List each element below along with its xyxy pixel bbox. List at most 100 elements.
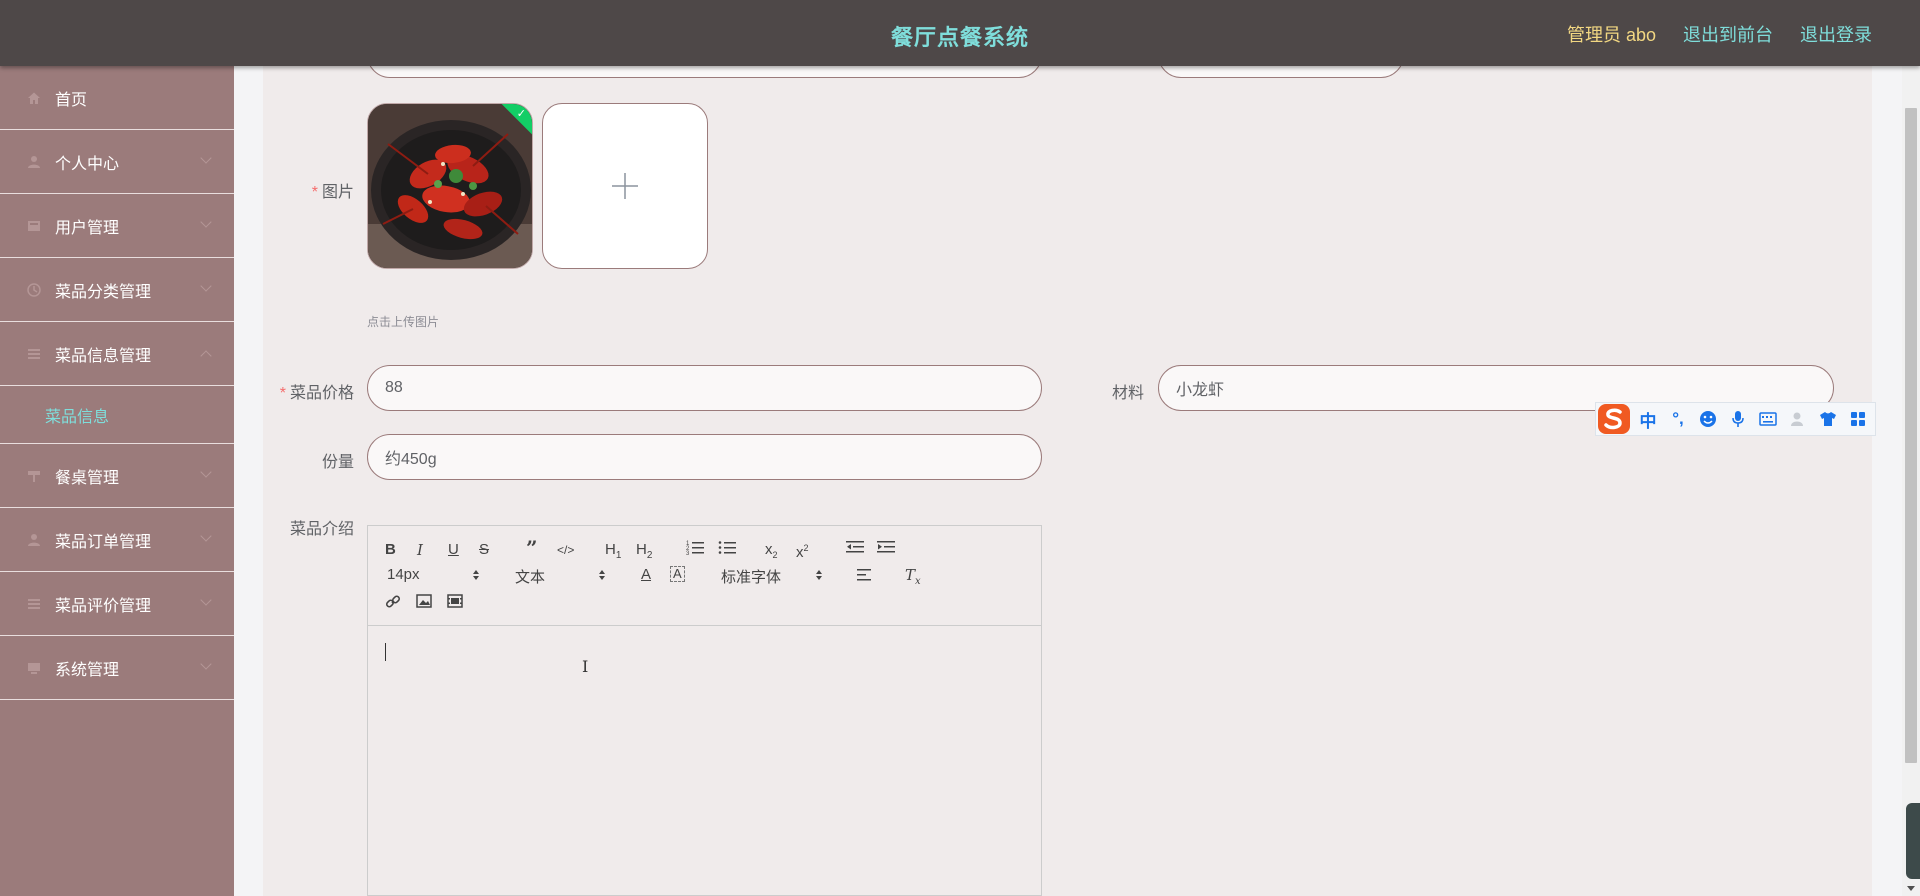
sidebar-item-dish-info-management[interactable]: 菜品信息管理 <box>0 322 234 386</box>
sidebar-item-table-management[interactable]: 餐桌管理 <box>0 444 234 508</box>
clear-format-icon[interactable]: Tx <box>905 566 921 591</box>
bullet-list-icon[interactable] <box>718 539 736 560</box>
sogou-logo-icon[interactable] <box>1595 402 1633 436</box>
chevron-up-icon <box>473 570 479 574</box>
check-icon: ✓ <box>516 108 526 120</box>
sidebar-subitem-dish-info[interactable]: 菜品信息 <box>0 386 234 444</box>
font-color-icon[interactable]: A <box>641 566 651 584</box>
sidebar-item-user-management[interactable]: 用户管理 <box>0 194 234 258</box>
ime-punctuation-toggle[interactable]: °, <box>1663 404 1693 434</box>
sidebar-item-label: 首页 <box>55 91 88 109</box>
chevron-down-icon <box>473 576 479 580</box>
chevron-down-icon <box>200 280 212 292</box>
sidebar-item-order-management[interactable]: 菜品订单管理 <box>0 508 234 572</box>
side-widget[interactable] <box>1906 803 1920 879</box>
sidebar-item-label: 用户管理 <box>55 219 120 237</box>
sidebar-item-label: 系统管理 <box>55 661 120 679</box>
top-bar: 餐厅点餐系统 管理员 abo 退出到前台 退出登录 <box>0 0 1920 66</box>
category-icon <box>26 282 42 298</box>
ime-mode-toggle[interactable]: 中 <box>1633 404 1663 434</box>
table-icon <box>26 468 42 484</box>
italic-icon[interactable]: I <box>417 541 423 559</box>
scroll-down-arrow-icon[interactable] <box>1907 886 1915 891</box>
image-insert-icon[interactable] <box>416 594 432 613</box>
code-block-icon[interactable]: </> <box>557 541 574 559</box>
logout-link[interactable]: 退出登录 <box>1800 21 1872 47</box>
underline-icon[interactable]: U <box>448 541 459 559</box>
exit-to-front-link[interactable]: 退出到前台 <box>1683 21 1773 47</box>
chevron-up-icon <box>200 350 212 362</box>
bold-icon[interactable]: B <box>385 541 396 559</box>
chevron-down-icon <box>816 576 822 580</box>
keyboard-icon[interactable] <box>1753 404 1783 434</box>
rich-text-editor[interactable]: B I U S ” </> H1 H2 123 x2 x2 14px 文本 A … <box>367 525 1042 896</box>
background-color-icon[interactable]: A <box>670 566 685 582</box>
chevron-up-icon <box>816 570 822 574</box>
plus-icon <box>612 173 638 199</box>
sidebar-item-home[interactable]: 首页 <box>0 66 234 130</box>
toolbox-grid-icon[interactable] <box>1843 404 1873 434</box>
material-label: 材料 <box>1111 385 1144 402</box>
folder-icon <box>26 218 42 234</box>
chevron-down-icon <box>599 576 605 580</box>
chevron-up-icon <box>599 570 605 574</box>
font-size-select[interactable]: 14px <box>387 566 420 583</box>
admin-label: 管理员 abo <box>1566 25 1656 45</box>
skin-shirt-icon[interactable] <box>1813 404 1843 434</box>
indent-icon[interactable] <box>877 539 895 560</box>
sidebar-item-label: 菜品订单管理 <box>55 533 152 551</box>
emoji-icon[interactable] <box>1693 404 1723 434</box>
link-icon[interactable] <box>385 594 401 615</box>
price-label: * 菜品价格 <box>279 385 354 402</box>
sidebar-item-category-management[interactable]: 菜品分类管理 <box>0 258 234 322</box>
svg-text:3: 3 <box>686 551 690 555</box>
sidebar-item-label: 菜品信息管理 <box>55 347 152 365</box>
list-icon <box>26 596 42 612</box>
chevron-down-icon <box>200 594 212 606</box>
user-account-icon[interactable] <box>1783 404 1813 434</box>
user-icon <box>26 154 42 170</box>
sidebar-item-personal-center[interactable]: 个人中心 <box>0 130 234 194</box>
sidebar-item-system-management[interactable]: 系统管理 <box>0 636 234 700</box>
price-input[interactable]: 88 <box>367 365 1042 411</box>
h1-icon[interactable]: H1 <box>605 541 621 565</box>
strike-icon[interactable]: S <box>479 541 489 559</box>
chevron-down-icon <box>200 658 212 670</box>
upload-tip: 点击上传图片 <box>367 315 440 329</box>
chevron-down-icon <box>200 530 212 542</box>
text-caret <box>385 643 386 661</box>
sidebar-item-label: 菜品评价管理 <box>55 597 152 615</box>
portion-input[interactable]: 约450g <box>367 434 1042 480</box>
intro-label: 菜品介绍 <box>289 521 354 538</box>
header-style-select[interactable]: 文本 <box>515 566 545 587</box>
video-insert-icon[interactable] <box>447 594 463 613</box>
image-upload-button[interactable] <box>542 103 708 269</box>
subscript-icon[interactable]: x2 <box>765 541 778 564</box>
crayfish-image <box>368 104 532 268</box>
user-icon <box>26 532 42 548</box>
home-icon <box>26 90 42 106</box>
top-right-links: 管理员 abo 退出到前台 退出登录 <box>1567 21 1872 47</box>
chevron-down-icon <box>200 152 212 164</box>
outdent-icon[interactable] <box>846 539 864 560</box>
microphone-icon[interactable] <box>1723 404 1753 434</box>
editor-toolbar: B I U S ” </> H1 H2 123 x2 x2 14px 文本 A … <box>368 526 1041 626</box>
sidebar-item-label: 餐桌管理 <box>55 469 120 487</box>
h2-icon[interactable]: H2 <box>636 541 652 565</box>
chevron-down-icon <box>200 216 212 228</box>
scrollbar-thumb[interactable] <box>1905 108 1917 763</box>
superscript-icon[interactable]: x2 <box>796 539 809 562</box>
sidebar-item-review-management[interactable]: 菜品评价管理 <box>0 572 234 636</box>
sidebar-subitem-label: 菜品信息 <box>45 408 110 426</box>
ordered-list-icon[interactable]: 123 <box>686 539 704 560</box>
blockquote-icon[interactable]: ” <box>526 538 538 558</box>
font-family-select[interactable]: 标准字体 <box>721 566 781 587</box>
i-beam-cursor-icon: I <box>582 657 589 676</box>
chevron-down-icon <box>200 466 212 478</box>
image-label: * 图片 <box>311 184 354 201</box>
dish-image-thumbnail[interactable]: ✓ <box>367 103 533 269</box>
page-scrollbar[interactable] <box>1902 66 1920 896</box>
sidebar: 首页 个人中心 用户管理 菜品分类管理 菜品信息管理 菜品信息 餐桌管理 菜品订… <box>0 66 234 896</box>
align-icon[interactable] <box>857 568 873 587</box>
editor-content-area[interactable] <box>368 627 1041 896</box>
